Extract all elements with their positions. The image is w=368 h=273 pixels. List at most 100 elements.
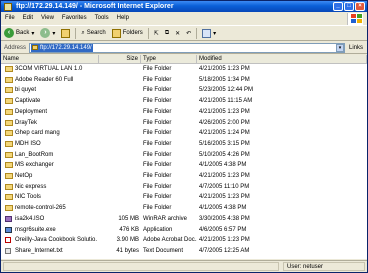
- status-text: [3, 262, 279, 271]
- toolbar: ‹ Back ▾ › ▾ ⌕ Search Folders ⇱ ⧉ ✕ ↶ ▾: [1, 25, 367, 41]
- cell-name: Oreilly-Java Cookbook Solutio...: [15, 237, 97, 244]
- undo-button[interactable]: ↶: [183, 30, 194, 37]
- table-row[interactable]: bi quyet File Folder 5/23/2005 12:44 PM: [1, 86, 367, 95]
- views-button[interactable]: ▾: [199, 28, 219, 38]
- cell-name: Nic express: [15, 183, 47, 190]
- address-dropdown-button[interactable]: ▾: [336, 43, 345, 52]
- folder-icon: [5, 108, 13, 115]
- menu-edit[interactable]: Edit: [19, 15, 37, 21]
- cell-modified: 5/16/2005 3:15 PM: [199, 140, 250, 147]
- cell-name: Captivate: [15, 98, 41, 105]
- chevron-down-icon: ▾: [213, 30, 217, 37]
- menu-tools[interactable]: Tools: [91, 15, 113, 21]
- cell-modified: 3/30/2005 4:38 PM: [199, 215, 250, 222]
- table-row[interactable]: Ghep card mang File Folder 4/21/2005 1:24 …: [1, 129, 367, 138]
- folder-icon: [5, 76, 13, 83]
- menu-file[interactable]: File: [1, 15, 19, 21]
- cell-type: File Folder: [143, 87, 172, 94]
- cell-size: [99, 65, 139, 74]
- user-label: User: netuser: [287, 263, 324, 270]
- links-button[interactable]: Links: [349, 45, 363, 51]
- chevron-down-icon: ▾: [52, 30, 56, 37]
- close-button[interactable]: ×: [355, 2, 365, 11]
- rar-file-icon: [5, 215, 12, 222]
- toolbar-separator: [147, 27, 149, 39]
- table-row[interactable]: Share_Internet.txt 41 bytes Text Document 4…: [1, 247, 367, 256]
- column-header-type[interactable]: Type: [141, 55, 197, 64]
- pdf-file-icon: [5, 237, 11, 244]
- cell-modified: 4/1/2005 4:38 PM: [199, 205, 247, 212]
- status-user: User: netuser: [283, 262, 365, 271]
- cell-modified: 4/7/2005 12:25 AM: [199, 247, 250, 254]
- folder-icon: [5, 119, 13, 126]
- file-file-icon: [5, 247, 11, 254]
- table-row[interactable]: Deployment File Folder 4/21/2005 1:23 PM: [1, 108, 367, 117]
- cell-name: Lan_BootRom: [15, 151, 54, 158]
- back-button[interactable]: ‹ Back ▾: [1, 28, 37, 38]
- toolbar-separator: [75, 27, 77, 39]
- maximize-button[interactable]: □: [344, 2, 354, 11]
- status-bar: User: netuser: [1, 260, 367, 272]
- folder-icon: [5, 130, 13, 137]
- browser-window: ftp://172.29.14.149/ - Microsoft Interne…: [0, 0, 368, 273]
- cell-name: isa2k4.ISO: [15, 215, 45, 222]
- column-header-modified[interactable]: Modified: [197, 55, 367, 64]
- file-list[interactable]: Name Size Type Modified 3COM VIRTUAL LAN…: [1, 55, 367, 259]
- forward-button[interactable]: › ▾: [37, 28, 58, 38]
- window-controls: _ □ ×: [333, 2, 365, 11]
- table-row[interactable]: Lan_BootRom File Folder 5/10/2005 4:26 PM: [1, 151, 367, 160]
- table-row[interactable]: MDH ISO File Folder 5/16/2005 3:15 PM: [1, 140, 367, 149]
- cell-type: File Folder: [143, 173, 172, 179]
- table-row[interactable]: NIC Tools File Folder 4/21/2005 1:23 PM: [1, 193, 367, 202]
- folders-button[interactable]: Folders: [109, 28, 146, 38]
- cell-type: File Folder: [143, 130, 172, 137]
- ftp-folder-icon: [32, 45, 39, 50]
- table-row[interactable]: Captivate File Folder 4/21/2005 11:15 AM: [1, 97, 367, 106]
- table-row[interactable]: DrayTek File Folder 4/26/2005 2:00 PM: [1, 119, 367, 128]
- cell-type: File Folder: [143, 76, 172, 83]
- menu-view[interactable]: View: [37, 15, 58, 21]
- column-header-name[interactable]: Name: [1, 55, 99, 64]
- table-row[interactable]: msgr6suite.exe 476 KB Application 4/6/2005 …: [1, 226, 367, 235]
- address-input[interactable]: ftp://172.29.14.149/ ▾: [29, 42, 346, 53]
- cell-size: [99, 172, 139, 181]
- folders-label: Folders: [122, 30, 143, 36]
- menu-help[interactable]: Help: [113, 15, 133, 21]
- cell-modified: 4/6/2005 6:57 PM: [199, 226, 247, 233]
- address-label: Address: [4, 44, 27, 51]
- cell-name: MDH ISO: [15, 140, 41, 147]
- cell-modified: 4/21/2005 1:23 PM: [199, 173, 250, 179]
- move-to-button[interactable]: ⇱: [151, 30, 162, 37]
- column-header-size[interactable]: Size: [99, 55, 141, 64]
- cell-type: File Folder: [143, 205, 172, 212]
- cell-name: Deployment: [15, 108, 48, 115]
- cell-size: 41 bytes: [116, 247, 139, 254]
- table-row[interactable]: Nic express File Folder 4/7/2005 11:10 PM: [1, 183, 367, 192]
- table-row[interactable]: 3COM VIRTUAL LAN 1.0 File Folder 4/21/2005…: [1, 65, 367, 74]
- table-row[interactable]: Oreilly-Java Cookbook Solutio... 3.90 MB A…: [1, 236, 367, 245]
- cell-modified: 5/10/2005 4:26 PM: [199, 151, 250, 158]
- cell-name: Ghep card mang: [15, 130, 60, 137]
- address-bar: Address ftp://172.29.14.149/ ▾ Links: [1, 42, 367, 54]
- delete-button[interactable]: ✕: [172, 30, 183, 37]
- menu-favorites[interactable]: Favorites: [58, 15, 91, 21]
- cell-type: File Folder: [143, 162, 172, 169]
- forward-arrow-icon: ›: [40, 28, 51, 38]
- table-row[interactable]: Adobe Reader 60 Full File Folder 5/18/2005…: [1, 76, 367, 85]
- title-bar[interactable]: ftp://172.29.14.149/ - Microsoft Interne…: [1, 1, 367, 12]
- cell-type: File Folder: [143, 119, 172, 126]
- up-folder-button[interactable]: [58, 28, 73, 38]
- table-row[interactable]: remote-control-265 File Folder 4/1/2005 4:…: [1, 204, 367, 213]
- minimize-button[interactable]: _: [333, 2, 343, 11]
- address-selection: ftp://172.29.14.149/: [31, 43, 93, 52]
- cell-name: 3COM VIRTUAL LAN 1.0: [15, 66, 83, 72]
- search-button[interactable]: ⌕ Search: [78, 30, 108, 37]
- cell-name: msgr6suite.exe: [15, 226, 56, 233]
- table-row[interactable]: MS exchanger File Folder 4/1/2005 4:38 PM: [1, 161, 367, 170]
- copy-to-button[interactable]: ⧉: [162, 30, 172, 37]
- cell-size: [99, 119, 139, 128]
- folder-icon: [5, 194, 13, 201]
- table-row[interactable]: NetOp File Folder 4/21/2005 1:23 PM: [1, 172, 367, 181]
- table-row[interactable]: isa2k4.ISO 105 MB WinRAR archive 3/30/2005 …: [1, 215, 367, 224]
- cell-type: File Folder: [143, 183, 172, 190]
